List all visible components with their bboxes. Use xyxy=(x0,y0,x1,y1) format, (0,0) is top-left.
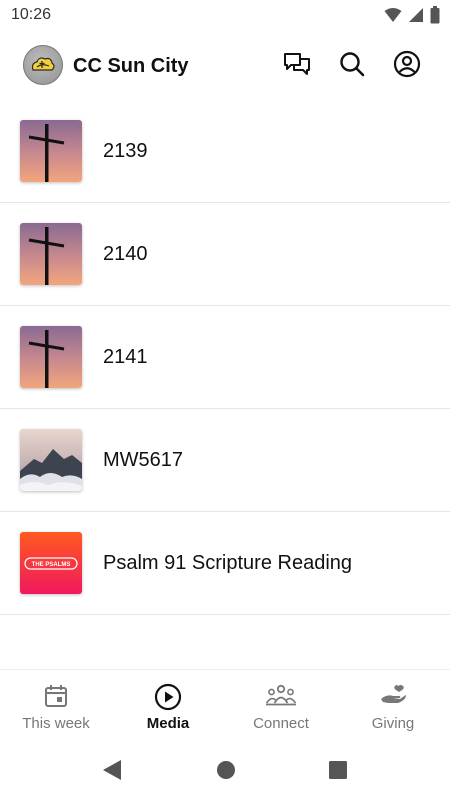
cellular-signal-icon xyxy=(408,7,424,23)
mountain-clouds-thumbnail xyxy=(20,429,82,491)
giving-hand-icon xyxy=(379,683,407,712)
tab-label: Connect xyxy=(253,715,309,732)
thumbnail-label: THE PSALMS xyxy=(32,562,71,568)
bottom-nav: This week Media Connect Giving xyxy=(0,669,450,742)
battery-icon xyxy=(430,6,440,24)
cross-sunset-thumbnail xyxy=(20,223,82,285)
status-bar: 10:26 xyxy=(0,0,450,32)
media-item[interactable]: MW5617 xyxy=(0,409,450,512)
media-item-title: MW5617 xyxy=(103,449,184,471)
app-title: CC Sun City xyxy=(73,55,189,77)
play-circle-icon xyxy=(154,683,182,716)
tab-media[interactable]: Media xyxy=(112,670,224,742)
media-item[interactable]: 2139 xyxy=(0,100,450,203)
recents-icon[interactable] xyxy=(327,759,349,786)
tab-label: Media xyxy=(146,715,190,732)
media-item-title: 2139 xyxy=(103,140,148,162)
media-item-title: 2140 xyxy=(103,243,148,265)
media-item[interactable]: THE PSALMS Psalm 91 Scripture Reading xyxy=(0,512,450,615)
status-time: 10:26 xyxy=(11,6,52,23)
media-item[interactable]: 2141 xyxy=(0,306,450,409)
profile-button[interactable] xyxy=(391,50,423,82)
media-list: 2139 2140 2141 MW5617 THE PSALMS Psalm 9… xyxy=(0,100,450,615)
tab-giving[interactable]: Giving xyxy=(337,670,449,742)
group-icon xyxy=(265,683,297,714)
search-icon xyxy=(338,50,366,83)
church-logo[interactable] xyxy=(23,45,63,85)
church-logo-icon xyxy=(31,57,55,71)
cross-sunset-thumbnail xyxy=(20,326,82,388)
tab-label: This week xyxy=(22,715,90,732)
cross-sunset-thumbnail xyxy=(20,120,82,182)
tab-connect[interactable]: Connect xyxy=(225,670,337,742)
search-button[interactable] xyxy=(336,50,368,82)
system-nav-bar xyxy=(0,741,450,800)
home-icon[interactable] xyxy=(215,759,237,786)
media-item[interactable]: 2140 xyxy=(0,203,450,306)
back-icon[interactable] xyxy=(101,759,123,786)
status-icons xyxy=(384,6,440,24)
chat-icon xyxy=(283,51,311,82)
app-header: CC Sun City xyxy=(0,32,450,100)
wifi-icon xyxy=(384,7,402,23)
media-item-title: Psalm 91 Scripture Reading xyxy=(103,552,353,574)
profile-icon xyxy=(393,50,421,83)
tab-this-week[interactable]: This week xyxy=(0,670,112,742)
media-item-title: 2141 xyxy=(103,346,148,368)
tab-label: Giving xyxy=(371,715,415,732)
the-psalms-thumbnail: THE PSALMS xyxy=(20,532,82,594)
chat-button[interactable] xyxy=(281,50,313,82)
calendar-icon xyxy=(43,683,69,714)
